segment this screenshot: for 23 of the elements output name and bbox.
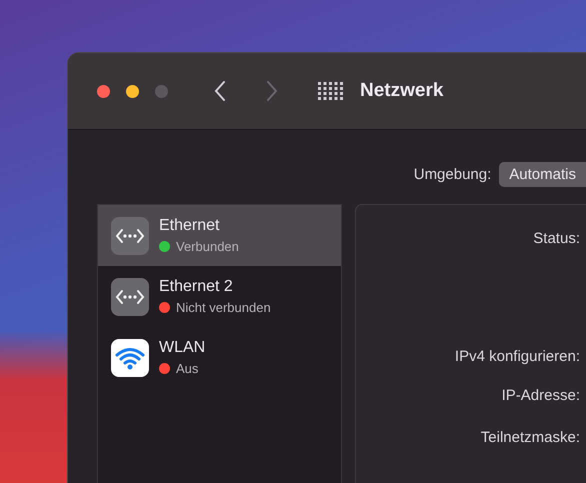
grid-icon[interactable] [318, 82, 344, 100]
field-label: IPv4 konfigurieren: [454, 348, 580, 365]
location-dropdown[interactable]: Automatis [499, 162, 586, 186]
field-label: Teilnetzmaske: [480, 429, 580, 446]
service-status: Verbunden [176, 239, 239, 254]
ethernet-icon [111, 278, 149, 316]
close-button[interactable] [97, 84, 110, 98]
field-label: Status: [533, 230, 580, 247]
service-status: Nicht verbunden [176, 300, 271, 315]
back-icon[interactable] [214, 80, 226, 102]
wifi-icon [111, 338, 149, 376]
ethernet-icon [111, 216, 149, 254]
location-label: Umgebung: [414, 166, 492, 182]
window-title: Netzwerk [360, 80, 444, 102]
service-name: Ethernet 2 [159, 278, 234, 296]
service-item[interactable]: WLAN Aus [98, 327, 341, 388]
service-name: WLAN [159, 339, 206, 357]
service-name: Ethernet [159, 217, 220, 235]
minimize-button[interactable] [126, 84, 139, 98]
service-item[interactable]: Ethernet 2 Nicht verbunden [98, 266, 341, 327]
service-item[interactable]: Ethernet Verbunden [98, 205, 341, 266]
service-status: Aus [176, 361, 198, 376]
field-label: IP-Adresse: [502, 387, 580, 404]
